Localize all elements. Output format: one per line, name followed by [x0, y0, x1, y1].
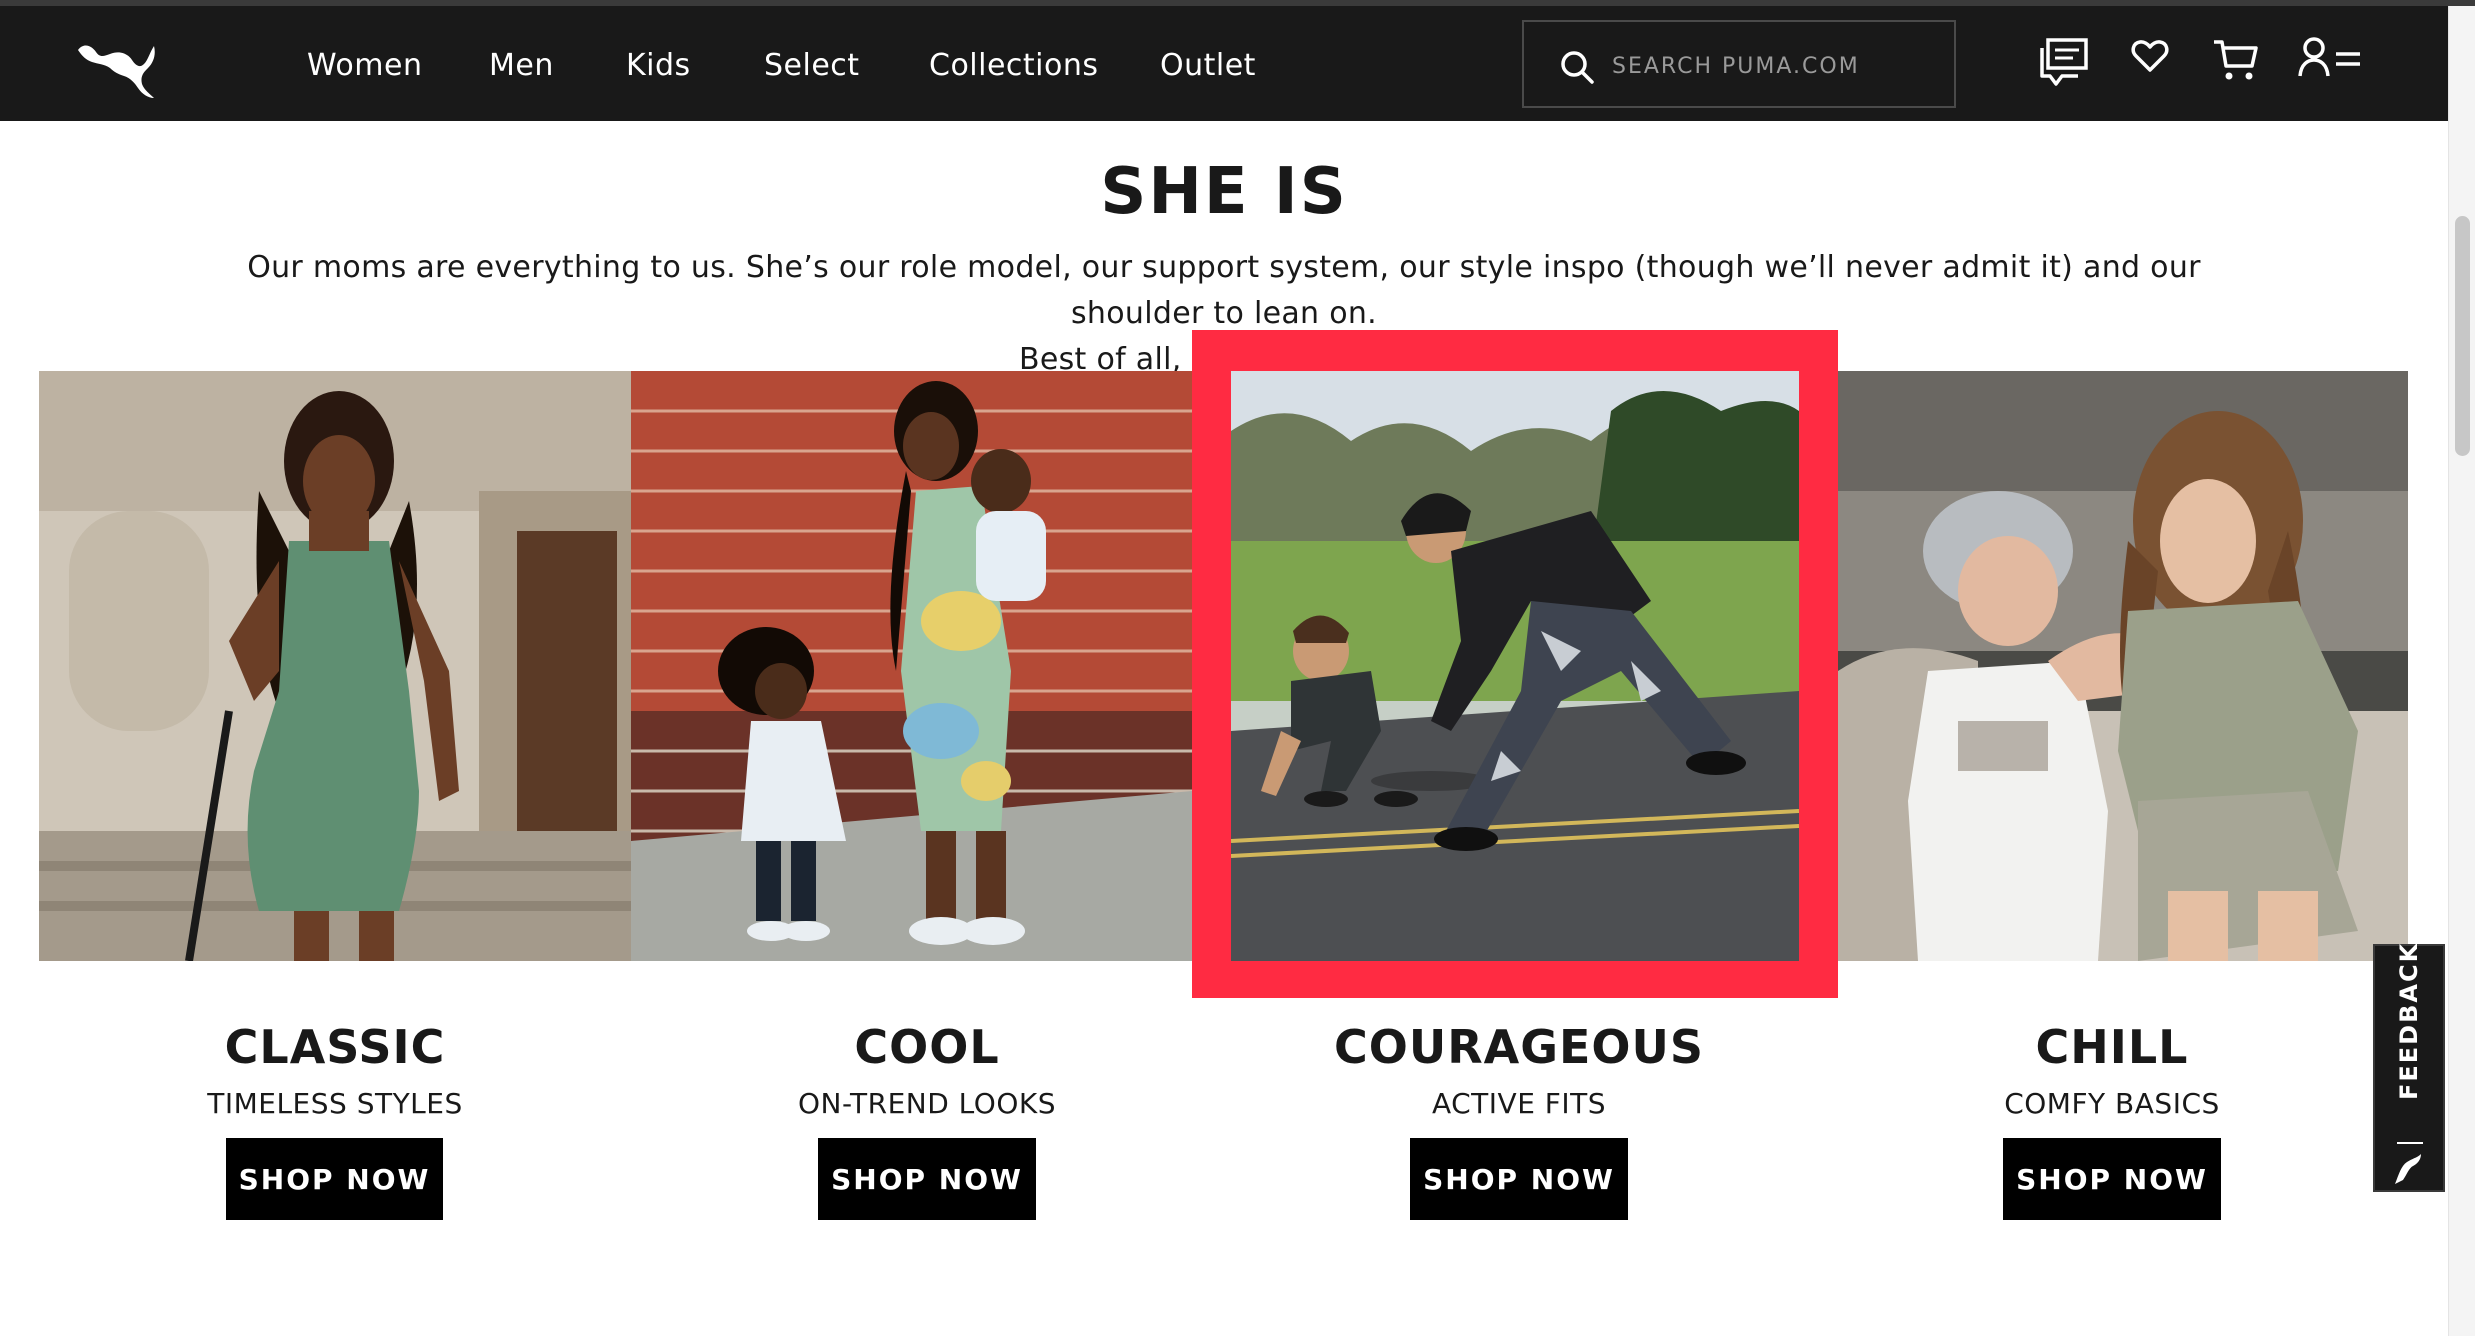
page-title: SHE IS [1100, 155, 1348, 229]
search-box[interactable] [1522, 20, 1956, 108]
card-title-courageous: COURAGEOUS [1333, 1020, 1704, 1074]
feedback-tab[interactable]: FEEDBACK [2373, 941, 2445, 1192]
page-scrollbar[interactable] [2448, 6, 2475, 1336]
chill-image[interactable] [1838, 371, 2408, 961]
card-title-chill: CHILL [2035, 1020, 2189, 1074]
scrollbar-thumb[interactable] [2455, 216, 2470, 456]
nav-kids[interactable]: Kids [626, 48, 691, 84]
card-subtitle-chill: COMFY BASICS [2004, 1087, 2220, 1120]
feedback-divider [2397, 1142, 2423, 1144]
card-title-classic: CLASSIC [224, 1020, 446, 1074]
classic-image[interactable] [39, 371, 631, 961]
cool-image[interactable] [631, 371, 1192, 961]
shop-now-chill-button[interactable]: SHOP NOW [2003, 1138, 2221, 1220]
nav-outlet[interactable]: Outlet [1160, 48, 1256, 84]
feedback-label: FEEDBACK [2395, 941, 2423, 1100]
search-input[interactable] [1612, 46, 1932, 86]
account-menu-icon[interactable] [2298, 36, 2364, 92]
shop-now-cool-button[interactable]: SHOP NOW [818, 1138, 1036, 1220]
nav-collections[interactable]: Collections [929, 48, 1099, 84]
shop-now-classic-button[interactable]: SHOP NOW [226, 1138, 443, 1220]
nav-women[interactable]: Women [307, 48, 422, 84]
card-subtitle-courageous: ACTIVE FITS [1431, 1087, 1607, 1120]
chat-icon[interactable] [2038, 36, 2090, 92]
hero-description-line1: Our moms are everything to us. She’s our… [247, 250, 2201, 331]
heart-icon[interactable] [2130, 36, 2170, 92]
card-subtitle-cool: ON-TREND LOOKS [798, 1087, 1056, 1120]
card-title-cool: COOL [854, 1020, 1000, 1074]
top-navigation: Women Men Kids Select Collections Outlet [0, 6, 2448, 121]
shop-now-courageous-button[interactable]: SHOP NOW [1410, 1138, 1628, 1220]
courageous-image[interactable] [1231, 371, 1799, 961]
search-icon[interactable] [1558, 48, 1596, 86]
cart-icon[interactable] [2212, 36, 2260, 92]
nav-men[interactable]: Men [489, 48, 554, 84]
puma-feedback-icon [2391, 1150, 2427, 1186]
nav-select[interactable]: Select [764, 48, 860, 84]
puma-logo-icon[interactable] [70, 32, 160, 102]
card-subtitle-classic: TIMELESS STYLES [207, 1087, 463, 1120]
